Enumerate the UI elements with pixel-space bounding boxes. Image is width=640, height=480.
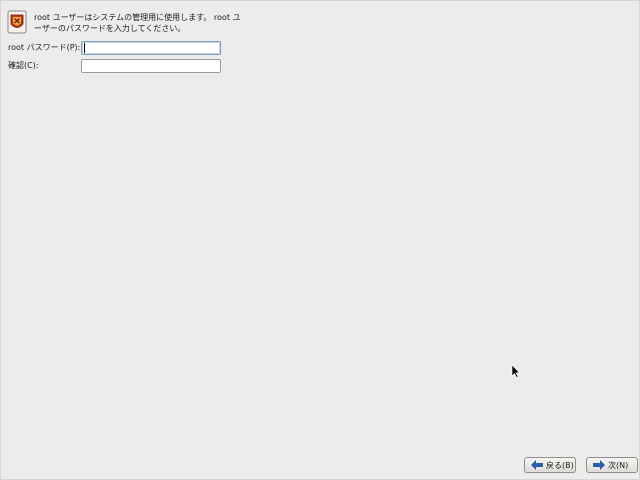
password-label: root パスワード(P):: [8, 43, 81, 52]
root-shield-icon: [7, 10, 27, 34]
arrow-left-icon: [531, 460, 543, 470]
next-button-label: 次(N): [608, 460, 629, 470]
arrow-right-icon: [593, 460, 605, 470]
text-caret: [84, 43, 85, 53]
mouse-pointer-icon: [511, 364, 521, 378]
back-button-label: 戻る(B): [546, 460, 574, 470]
next-button[interactable]: 次(N): [586, 457, 638, 473]
header-description: root ユーザーはシステムの管理用に使用します。 root ユーザーのパスワー…: [34, 13, 241, 33]
back-button[interactable]: 戻る(B): [524, 457, 576, 473]
root-password-input[interactable]: [81, 41, 221, 55]
installer-window: root ユーザーはシステムの管理用に使用します。 root ユーザーのパスワー…: [0, 0, 640, 480]
confirm-password-input[interactable]: [81, 59, 221, 73]
confirm-label: 確認(C):: [8, 61, 39, 70]
